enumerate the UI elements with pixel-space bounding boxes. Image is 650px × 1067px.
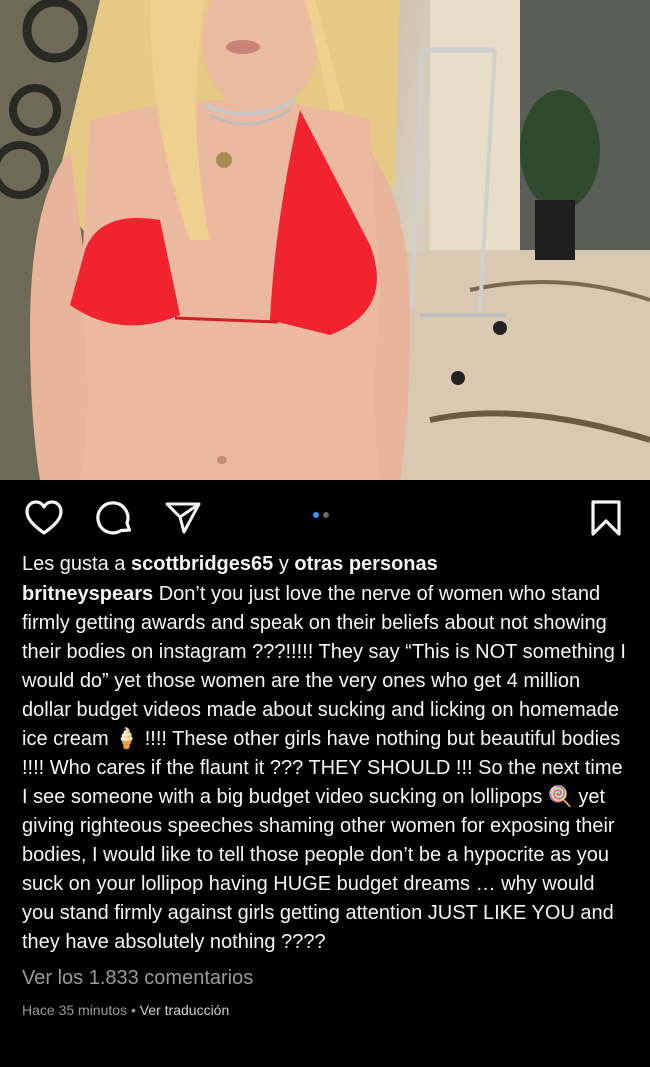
bookmark-icon [591, 500, 621, 536]
carousel-dot-active [313, 512, 319, 518]
comment-button[interactable] [95, 498, 135, 538]
post-timestamp: Hace 35 minutos [22, 1002, 128, 1018]
translate-link[interactable]: Ver traducción [140, 1002, 230, 1018]
post-meta: Hace 35 minutos • Ver traducción [22, 1002, 628, 1018]
like-button[interactable] [24, 498, 64, 538]
ice-cream-emoji: 🍦 [114, 728, 140, 750]
caption-text-1: Don’t you just love the nerve of women w… [22, 583, 626, 750]
likes-others[interactable]: otras personas [294, 553, 437, 575]
carousel-indicator [313, 512, 329, 518]
likes-conjunction: y [278, 553, 289, 575]
post-image[interactable] [0, 0, 650, 480]
wall-panel [430, 0, 520, 250]
save-button[interactable] [586, 498, 626, 538]
comment-icon [96, 501, 132, 535]
caption-text-3: yet giving righteous speeches shaming ot… [22, 786, 615, 953]
view-comments-link[interactable]: Ver los 1.833 comentarios [22, 967, 628, 990]
post-caption: britneyspears Don’t you just love the ne… [22, 580, 628, 957]
post-details: Les gusta a scottbridges65 y otras perso… [0, 550, 650, 1018]
likes-summary[interactable]: Les gusta a scottbridges65 y otras perso… [22, 550, 628, 578]
heart-icon [25, 500, 63, 535]
post-actions-bar [0, 480, 650, 552]
lollipop-emoji: 🍭 [547, 786, 573, 808]
caption-username[interactable]: britneyspears [22, 583, 153, 605]
likes-prefix: Les gusta a [22, 553, 126, 575]
post-photo-illustration [0, 0, 650, 480]
carousel-dot [323, 512, 329, 518]
liker-username[interactable]: scottbridges65 [131, 553, 273, 575]
caption-text-2: !!!! These other girls have nothing but … [22, 728, 623, 808]
meta-separator: • [130, 1002, 136, 1018]
share-button[interactable] [163, 498, 203, 538]
send-icon [165, 502, 201, 534]
